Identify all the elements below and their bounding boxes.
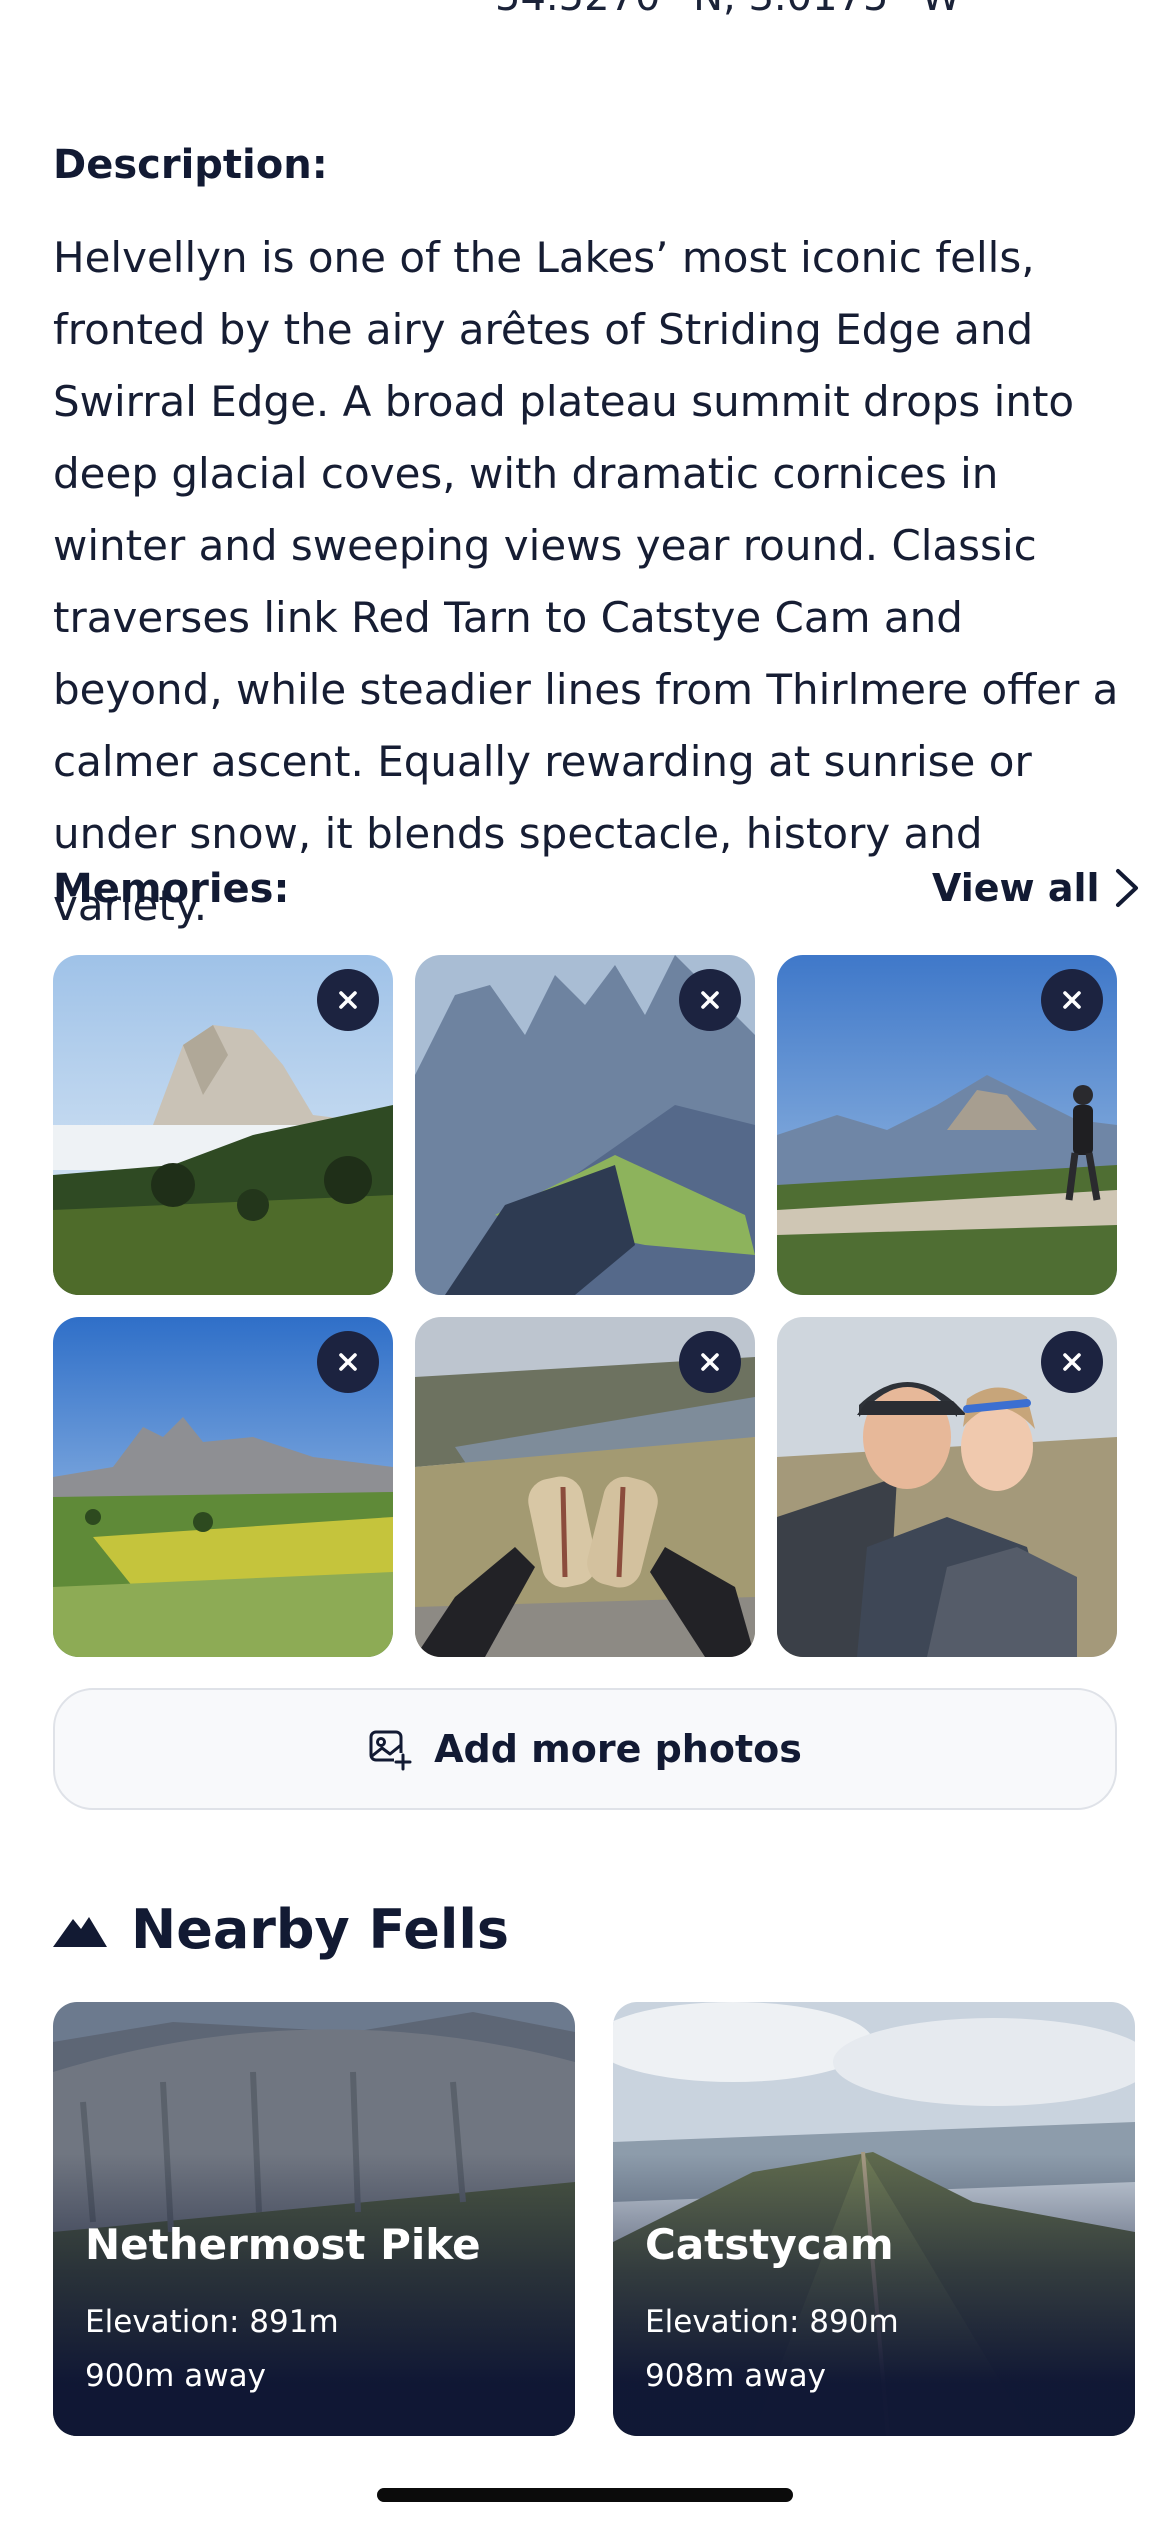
add-photo-icon	[369, 1730, 413, 1771]
remove-photo-button[interactable]	[1041, 969, 1103, 1031]
description-label: Description:	[53, 142, 328, 188]
remove-photo-button[interactable]	[317, 969, 379, 1031]
memory-photo[interactable]	[415, 955, 755, 1295]
home-indicator[interactable]	[377, 2488, 793, 2502]
remove-photo-button[interactable]	[679, 1331, 741, 1393]
mountain-icon	[53, 1916, 107, 1947]
fell-distance: 900m away	[85, 2358, 266, 2394]
memory-photo[interactable]	[415, 1317, 755, 1657]
close-icon	[1063, 1353, 1081, 1371]
add-more-photos-button[interactable]: Add more photos	[53, 1688, 1117, 1810]
description-text: Helvellyn is one of the Lakes’ most icon…	[53, 233, 1119, 930]
remove-photo-button[interactable]	[1041, 1331, 1103, 1393]
close-icon	[339, 1353, 357, 1371]
remove-photo-button[interactable]	[317, 1331, 379, 1393]
fell-elevation: Elevation: 891m	[85, 2304, 339, 2340]
close-icon	[701, 1353, 719, 1371]
close-icon	[1063, 991, 1081, 1009]
view-all-link[interactable]: View all	[932, 866, 1140, 910]
close-icon	[339, 991, 357, 1009]
memory-photo[interactable]	[777, 1317, 1117, 1657]
nearby-fell-card[interactable]: Catstycam Elevation: 890m 908m away	[613, 2002, 1135, 2436]
coordinates-text: 54.5270° N, 3.0175° W	[495, 0, 961, 20]
fell-detail-page: 54.5270° N, 3.0175° W Description: Helve…	[0, 0, 1170, 2532]
close-icon	[701, 991, 719, 1009]
view-all-label: View all	[932, 866, 1100, 910]
nearby-fells-header: Nearby Fells	[53, 1898, 509, 1961]
fell-distance: 908m away	[645, 2358, 826, 2394]
memory-photo[interactable]	[53, 955, 393, 1295]
nearby-fell-card[interactable]: Nethermost Pike Elevation: 891m 900m awa…	[53, 2002, 575, 2436]
fell-elevation: Elevation: 890m	[645, 2304, 899, 2340]
memories-label: Memories:	[53, 866, 290, 912]
add-more-photos-label: Add more photos	[434, 1727, 802, 1771]
fell-name: Catstycam	[645, 2220, 894, 2269]
memories-grid	[53, 955, 1117, 1657]
memory-photo[interactable]	[53, 1317, 393, 1657]
fell-name: Nethermost Pike	[85, 2220, 481, 2269]
memory-photo[interactable]	[777, 955, 1117, 1295]
remove-photo-button[interactable]	[679, 969, 741, 1031]
nearby-fells-title: Nearby Fells	[131, 1898, 510, 1961]
chevron-right-icon	[1115, 869, 1138, 907]
